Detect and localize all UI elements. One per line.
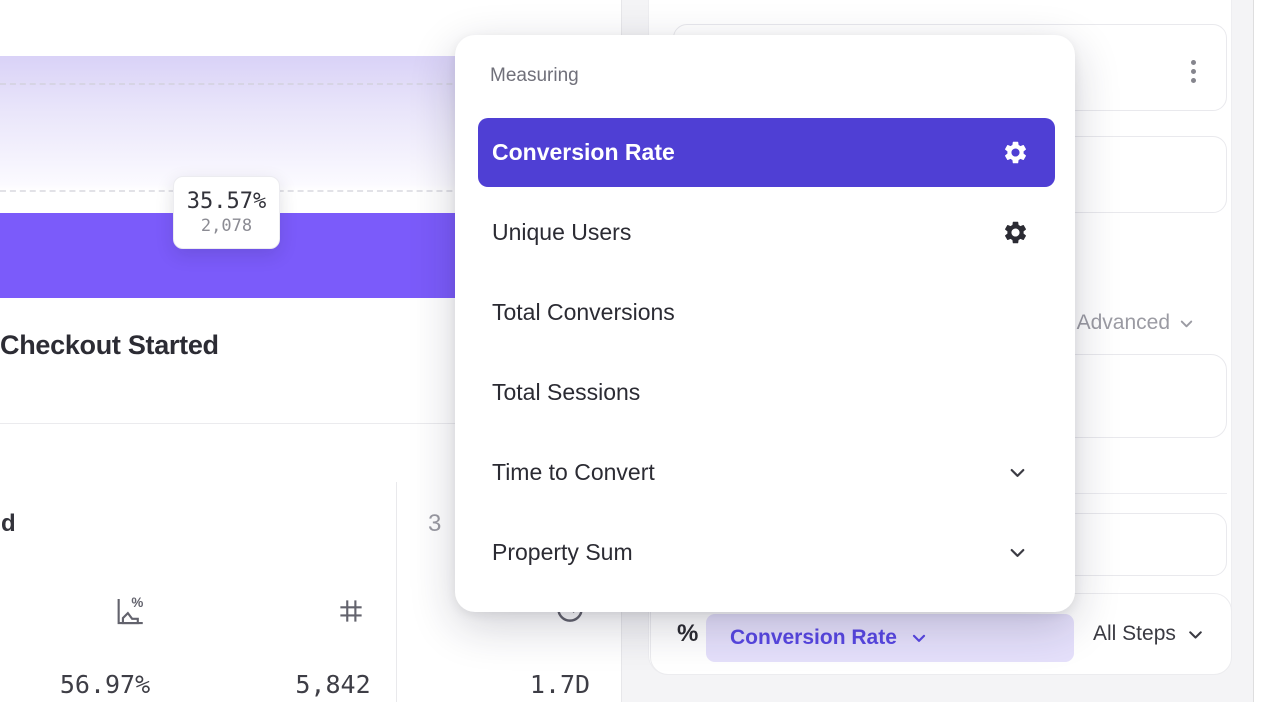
menu-item-label: Time to Convert bbox=[492, 459, 655, 486]
gear-icon[interactable] bbox=[1002, 219, 1029, 246]
all-steps-selector[interactable]: All Steps bbox=[1093, 594, 1206, 674]
table-step1-label-fragment: d bbox=[1, 510, 16, 538]
chevron-down-icon bbox=[1185, 624, 1206, 645]
chevron-down-icon bbox=[1006, 541, 1029, 564]
menu-item-label: Total Sessions bbox=[492, 379, 640, 406]
menu-item-unique-users[interactable]: Unique Users bbox=[478, 192, 1055, 272]
measuring-dropdown: Measuring Conversion Rate Unique Users T… bbox=[455, 35, 1075, 612]
menu-item-label: Total Conversions bbox=[492, 299, 675, 326]
gear-icon[interactable] bbox=[1002, 139, 1029, 166]
funnel-percent-icon: % bbox=[113, 594, 147, 628]
advanced-toggle[interactable]: Advanced bbox=[1077, 311, 1196, 335]
measuring-dropdown-title: Measuring bbox=[490, 65, 579, 87]
menu-item-time-to-convert[interactable]: Time to Convert bbox=[478, 432, 1055, 512]
hash-icon bbox=[336, 596, 366, 626]
svg-text:%: % bbox=[131, 595, 143, 610]
scrollbar-track[interactable] bbox=[1254, 0, 1270, 702]
table-column-divider bbox=[396, 482, 397, 702]
menu-item-conversion-rate[interactable]: Conversion Rate bbox=[478, 118, 1055, 187]
menu-item-label: Conversion Rate bbox=[492, 139, 675, 166]
menu-item-property-sum[interactable]: Property Sum bbox=[478, 512, 1055, 592]
chevron-down-icon bbox=[1177, 314, 1196, 333]
kebab-menu-icon[interactable] bbox=[1181, 53, 1205, 89]
menu-item-label: Unique Users bbox=[492, 219, 631, 246]
step1-conversion-rate-value: 56.97% bbox=[25, 670, 185, 699]
chevron-down-icon bbox=[1006, 461, 1029, 484]
chart-tooltip: 35.57% 2,078 bbox=[173, 176, 280, 249]
advanced-label: Advanced bbox=[1077, 311, 1170, 335]
metric-pill-button[interactable]: Conversion Rate bbox=[706, 614, 1074, 662]
menu-item-total-sessions[interactable]: Total Sessions bbox=[478, 352, 1055, 432]
step1-count-value: 5,842 bbox=[253, 670, 413, 699]
table-step2-number: 3 bbox=[428, 510, 441, 538]
funnel-step-label: Checkout Started bbox=[0, 330, 219, 361]
all-steps-label: All Steps bbox=[1093, 622, 1176, 646]
metric-pill-label: Conversion Rate bbox=[730, 626, 897, 650]
menu-item-label: Property Sum bbox=[492, 539, 633, 566]
menu-item-total-conversions[interactable]: Total Conversions bbox=[478, 272, 1055, 352]
tooltip-count: 2,078 bbox=[201, 216, 252, 236]
chevron-down-icon bbox=[909, 628, 929, 648]
step2-time-to-convert-value: 1.7D bbox=[480, 670, 640, 699]
tooltip-conversion-rate: 35.57% bbox=[187, 189, 266, 214]
